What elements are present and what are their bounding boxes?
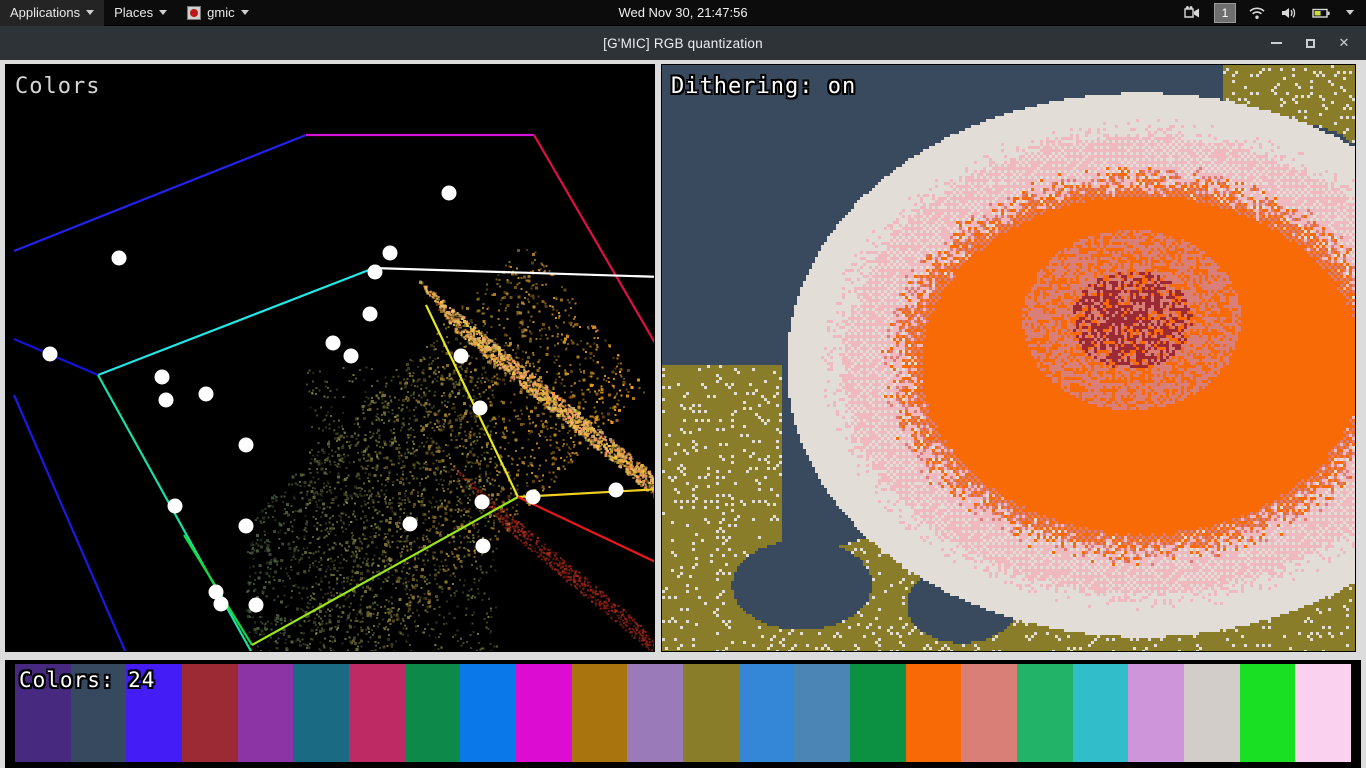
window-controls: ✕ bbox=[1260, 26, 1360, 60]
chevron-down-icon bbox=[159, 10, 168, 15]
palette-centroid-dot bbox=[238, 437, 254, 453]
palette-swatch[interactable] bbox=[571, 664, 628, 762]
palette-swatch[interactable] bbox=[516, 664, 572, 762]
wifi-icon[interactable] bbox=[1246, 0, 1268, 26]
palette-centroid-dot bbox=[238, 518, 254, 534]
rgb-cube-plot bbox=[6, 65, 654, 651]
desktop-top-panel: Applications Places gmic Wed Nov 30, 21:… bbox=[0, 0, 1366, 26]
palette-swatch[interactable] bbox=[1128, 664, 1185, 762]
palette-centroid-dot bbox=[343, 348, 359, 364]
screen-recorder-icon[interactable] bbox=[1182, 0, 1204, 26]
palette-centroid-dot bbox=[158, 392, 174, 408]
palette-swatch[interactable] bbox=[961, 664, 1018, 762]
window-content: Colors Dithering: on Colors: 24 bbox=[0, 60, 1366, 768]
gmic-window: [G'MIC] RGB quantization ✕ Colors Dither… bbox=[0, 26, 1366, 768]
palette-swatch[interactable] bbox=[683, 664, 739, 762]
palette-swatch[interactable] bbox=[404, 664, 461, 762]
chevron-down-icon bbox=[240, 10, 249, 15]
palette-centroid-dot bbox=[248, 597, 264, 613]
applications-menu-label: Applications bbox=[10, 5, 81, 20]
places-menu-label: Places bbox=[114, 5, 154, 20]
dithering-status-label: Dithering: on bbox=[671, 74, 857, 99]
colors-plot-panel[interactable]: Colors bbox=[5, 64, 655, 652]
palette-centroid-dot bbox=[382, 245, 398, 261]
palette-centroid-dot bbox=[402, 516, 418, 532]
applications-menu[interactable]: Applications bbox=[0, 0, 105, 26]
palette-swatch[interactable] bbox=[293, 664, 350, 762]
palette-swatch[interactable] bbox=[460, 664, 517, 762]
system-tray: 1 bbox=[1182, 0, 1366, 26]
preview-panels: Colors Dithering: on bbox=[5, 64, 1361, 654]
workspace-indicator[interactable]: 1 bbox=[1214, 2, 1236, 23]
palette-strip-container: Colors: 24 bbox=[5, 660, 1361, 768]
image-preview-panel[interactable]: Dithering: on bbox=[661, 64, 1356, 652]
chevron-down-icon bbox=[86, 10, 95, 15]
palette-centroid-dot bbox=[367, 264, 383, 280]
palette-swatch[interactable] bbox=[237, 664, 294, 762]
palette-swatch[interactable] bbox=[1184, 664, 1240, 762]
palette-swatch[interactable] bbox=[1017, 664, 1073, 762]
palette-centroid-dot bbox=[472, 400, 488, 416]
places-menu[interactable]: Places bbox=[104, 0, 177, 26]
palette-centroid-dot bbox=[325, 335, 341, 351]
palette-centroid-dot bbox=[474, 494, 490, 510]
palette-swatch[interactable] bbox=[905, 664, 962, 762]
palette-centroid-dot bbox=[362, 306, 378, 322]
palette-swatch[interactable] bbox=[182, 664, 238, 762]
system-menu-caret-icon[interactable] bbox=[1344, 0, 1356, 26]
gmic-window-menu-label: gmic bbox=[207, 5, 235, 20]
palette-centroid-dot bbox=[441, 185, 457, 201]
minimize-button[interactable] bbox=[1260, 29, 1292, 57]
battery-icon[interactable] bbox=[1310, 0, 1334, 26]
palette-centroid-dot bbox=[213, 596, 229, 612]
palette-swatch[interactable] bbox=[794, 664, 851, 762]
gmic-app-icon bbox=[187, 5, 202, 20]
palette-swatch[interactable] bbox=[627, 664, 684, 762]
palette-centroid-dot bbox=[525, 489, 541, 505]
gmic-window-menu[interactable]: gmic bbox=[177, 0, 258, 26]
palette-swatch[interactable] bbox=[1072, 664, 1129, 762]
palette-swatch[interactable] bbox=[1239, 664, 1296, 762]
palette-centroid-dot bbox=[453, 348, 469, 364]
palette-centroid-dot bbox=[111, 250, 127, 266]
palette-swatch[interactable] bbox=[850, 664, 906, 762]
palette-centroid-dot bbox=[154, 369, 170, 385]
dithered-flower-image bbox=[662, 65, 1355, 651]
window-titlebar[interactable]: [G'MIC] RGB quantization ✕ bbox=[0, 26, 1366, 60]
palette-swatch[interactable] bbox=[738, 664, 795, 762]
colors-panel-label: Colors bbox=[15, 74, 101, 99]
palette-strip[interactable] bbox=[15, 664, 1352, 762]
maximize-button[interactable] bbox=[1294, 29, 1326, 57]
palette-swatch[interactable] bbox=[1295, 664, 1352, 762]
volume-icon[interactable] bbox=[1278, 0, 1300, 26]
window-title: [G'MIC] RGB quantization bbox=[603, 35, 763, 51]
palette-swatch[interactable] bbox=[349, 664, 405, 762]
close-button[interactable]: ✕ bbox=[1328, 29, 1360, 57]
palette-centroid-dot bbox=[167, 498, 183, 514]
palette-centroid-dot bbox=[198, 386, 214, 402]
palette-centroid-dot bbox=[42, 346, 58, 362]
palette-centroid-dot bbox=[475, 538, 491, 554]
palette-centroid-dot bbox=[608, 482, 624, 498]
palette-count-label: Colors: 24 bbox=[19, 668, 156, 692]
